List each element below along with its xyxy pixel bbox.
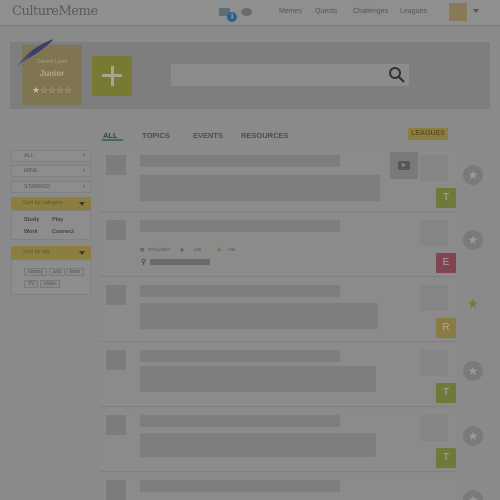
filter-all[interactable]: ALL › [11,150,91,162]
calendar-icon: ▦ [140,247,145,252]
leagues-button[interactable]: LEAGUES [408,128,448,140]
row-thumbnail [106,350,126,370]
row-thumbnail [106,415,126,435]
title-placeholder [140,480,340,492]
feed-row[interactable] [100,474,456,500]
tab-resources[interactable]: RESOURCES [241,131,289,140]
filter-mine-label: MINE [24,168,38,174]
feed-row[interactable] [100,344,456,407]
mail-badge: 1 [227,12,237,22]
media-placeholder [420,220,448,246]
star-icon[interactable]: ★ [463,165,483,185]
title-placeholder [140,155,340,167]
body-placeholder [140,303,378,329]
title-placeholder [140,285,340,297]
tab-active-indicator [102,139,123,141]
level-stars: ★☆☆☆☆ [32,85,73,95]
search-icon[interactable] [388,66,406,84]
chevron-down-icon[interactable] [473,9,479,13]
top-bar: CultureMeme 1 Memes Quests Challenges Le… [0,0,500,26]
video-play-icon [398,161,410,170]
hero-band: Current Level Junior ★☆☆☆☆ [10,39,490,109]
row-thumbnail [106,285,126,305]
media-placeholder [420,285,448,311]
filter-all-label: ALL [24,153,34,159]
event-date: 07/21/2017 [148,247,171,252]
star-icon[interactable]: ★ [463,361,483,381]
media-placeholder [420,155,448,181]
star-icon[interactable]: ★ [463,230,483,250]
level-card[interactable]: Current Level Junior ★☆☆☆☆ [17,39,82,105]
chevron-down-icon [79,251,85,255]
tag-tv[interactable]: TV [24,280,39,288]
feed-row[interactable] [100,409,456,472]
body-placeholder [140,366,376,392]
chat-icon[interactable] [241,8,252,16]
body-placeholder [140,175,380,201]
filter-starred-label: STARRED [24,184,50,190]
feed-row[interactable] [100,149,456,212]
media-placeholder [420,350,448,376]
tag-virals[interactable]: virals [40,280,60,288]
notification-icons: 1 [219,6,259,22]
tag-panel: history arts films TV virals [11,259,91,295]
nav-challenges[interactable]: Challenges [353,8,388,15]
category-play[interactable]: Play [52,217,63,223]
star-count: 166 [228,247,236,252]
sort-by-category-header[interactable]: Sort by category [11,197,91,210]
media-placeholder [420,415,448,441]
tag-films[interactable]: films [66,268,85,276]
feed-row[interactable]: ▦ 07/21/2017 ◉ 136 ★ 166 ⚲ [100,214,456,277]
category-connect[interactable]: Connect [52,229,74,235]
starred-icon[interactable]: ★ [467,296,479,312]
body-placeholder [140,433,376,457]
row-thumbnail [106,155,126,175]
category-letter-badge: R [436,318,456,338]
sort-by-tag-header[interactable]: Sort by tag [11,246,91,259]
category-study[interactable]: Study [24,217,39,223]
star-icon: ★ [216,247,223,254]
tab-events[interactable]: EVENTS [193,131,223,140]
level-caption: Current Level [36,59,67,65]
category-letter-badge: T [436,448,456,468]
eye-icon: ◉ [180,247,184,252]
star-icon[interactable]: ★ [463,426,483,446]
search-input[interactable] [171,64,409,86]
title-placeholder [140,220,340,232]
filter-starred[interactable]: STARRED › [11,181,91,193]
category-panel: Study Play Work Connect [11,210,91,240]
location-placeholder [150,259,210,265]
tag-arts[interactable]: arts [49,268,66,276]
chevron-right-icon: › [82,167,85,174]
category-work[interactable]: Work [24,229,38,235]
category-letter-badge: T [436,383,456,403]
chevron-down-icon [79,202,85,206]
row-thumbnail [106,220,126,240]
sort-by-category-label: Sort by category [23,200,64,206]
nav-quests[interactable]: Quests [315,8,337,15]
filter-mine[interactable]: MINE › [11,165,91,177]
feed-row[interactable] [100,279,456,342]
sort-by-tag-label: Sort by tag [23,249,50,255]
title-placeholder [140,350,340,362]
row-thumbnail [106,480,126,500]
category-letter-badge: E [436,253,456,273]
tag-history[interactable]: history [24,268,47,276]
location-pin-icon: ⚲ [141,259,147,266]
level-name: Junior [39,69,65,78]
category-letter-badge: T [436,188,456,208]
nav-memes[interactable]: Memes [279,8,302,15]
star-icon[interactable]: ★ [463,490,483,500]
nav-leagues[interactable]: Leagues [400,8,427,15]
add-button[interactable] [92,56,132,96]
avatar[interactable] [449,3,467,21]
title-placeholder [140,415,340,427]
chevron-right-icon: › [82,152,85,159]
logo[interactable]: CultureMeme [12,4,98,19]
tab-topics[interactable]: TOPICS [142,131,170,140]
chevron-right-icon: › [82,183,85,190]
view-count: 136 [194,247,202,252]
video-thumbnail[interactable] [390,152,418,179]
